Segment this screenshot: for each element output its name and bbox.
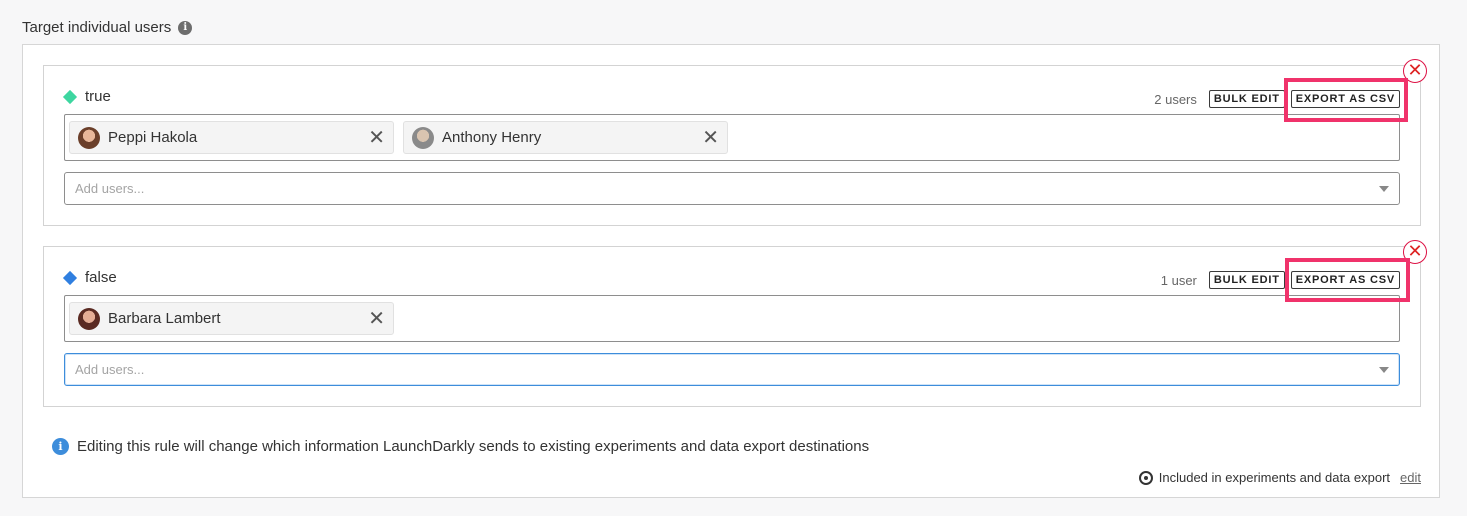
bulk-edit-button[interactable]: BULK EDIT	[1208, 271, 1285, 289]
variation-name: false	[85, 269, 117, 286]
avatar	[412, 126, 434, 149]
variation-false-panel: false 1 user BULK EDIT EXPORT AS CSV Bar…	[43, 246, 1421, 407]
close-circle-icon[interactable]: ✕	[1403, 240, 1427, 264]
info-icon[interactable]: i	[178, 20, 193, 35]
add-users-input[interactable]: Add users...	[64, 353, 1400, 386]
user-count: 1 user	[1160, 272, 1197, 288]
chevron-down-icon[interactable]	[1379, 367, 1389, 373]
user-chip-name: Peppi Hakola	[108, 129, 198, 146]
user-count: 2 users	[1154, 91, 1197, 107]
user-chip: Peppi Hakola ✕	[69, 121, 394, 154]
edit-link[interactable]: edit	[1400, 470, 1421, 485]
add-users-placeholder: Add users...	[75, 181, 145, 196]
add-users-input[interactable]: Add users...	[64, 172, 1400, 205]
targeting-card: true 2 users BULK EDIT EXPORT AS CSV Pep…	[22, 44, 1440, 498]
diamond-icon	[62, 89, 78, 104]
bulk-edit-button[interactable]: BULK EDIT	[1208, 90, 1285, 108]
avatar	[78, 307, 100, 330]
variation-tools: 2 users BULK EDIT EXPORT AS CSV	[1154, 90, 1400, 108]
user-chip-name: Barbara Lambert	[108, 310, 221, 327]
close-icon[interactable]: ✕	[368, 309, 385, 329]
export-csv-button[interactable]: EXPORT AS CSV	[1290, 90, 1400, 108]
target-icon	[1138, 470, 1153, 485]
chevron-down-icon[interactable]	[1379, 186, 1389, 192]
avatar	[78, 126, 100, 149]
section-title: Target individual users	[22, 19, 172, 36]
variation-tools: 1 user BULK EDIT EXPORT AS CSV	[1161, 271, 1400, 289]
variation-true-panel: true 2 users BULK EDIT EXPORT AS CSV Pep…	[43, 65, 1421, 226]
user-chip-name: Anthony Henry	[442, 129, 542, 146]
user-chip: Anthony Henry ✕	[403, 121, 728, 154]
export-csv-button[interactable]: EXPORT AS CSV	[1290, 271, 1400, 289]
close-icon[interactable]: ✕	[368, 128, 385, 148]
footer-text: Included in experiments and data export	[1158, 470, 1391, 485]
selected-users-field[interactable]: Peppi Hakola ✕ Anthony Henry ✕	[64, 114, 1400, 161]
user-chip: Barbara Lambert ✕	[69, 302, 394, 335]
add-users-placeholder: Add users...	[75, 362, 145, 377]
variation-header: true	[62, 88, 111, 105]
variation-name: true	[85, 88, 111, 105]
variation-header: false	[62, 269, 117, 286]
notice-text: Editing this rule will change which info…	[77, 438, 870, 455]
close-icon[interactable]: ✕	[702, 128, 719, 148]
info-notice: i Editing this rule will change which in…	[52, 438, 869, 455]
info-icon: i	[52, 438, 69, 455]
section-header: Target individual users i	[22, 19, 193, 36]
diamond-icon	[62, 270, 78, 285]
experiment-status: Included in experiments and data export …	[1138, 470, 1421, 485]
close-circle-icon[interactable]: ✕	[1403, 59, 1427, 83]
selected-users-field[interactable]: Barbara Lambert ✕	[64, 295, 1400, 342]
